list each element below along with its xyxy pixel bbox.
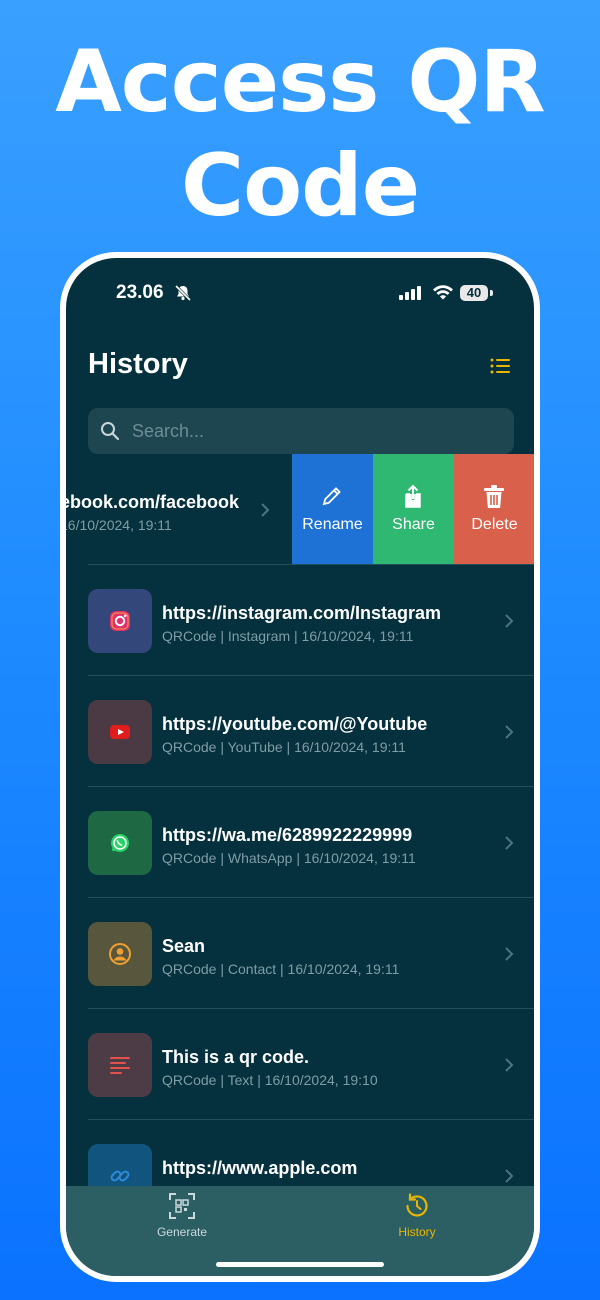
rename-label: Rename xyxy=(302,516,363,533)
history-item-subtitle: QRCode | Contact | 16/10/2024, 19:11 xyxy=(162,961,400,977)
history-item-subtitle: QRCode | WhatsApp | 16/10/2024, 19:11 xyxy=(162,850,416,866)
share-button[interactable]: Share xyxy=(373,454,454,565)
search-icon xyxy=(100,421,120,446)
delete-button[interactable]: Delete xyxy=(454,454,534,565)
history-item-title: https://youtube.com/@Youtube xyxy=(162,714,428,734)
qr-scan-icon xyxy=(168,1192,196,1225)
delete-label: Delete xyxy=(471,516,518,533)
history-item-subtitle: QRCode | YouTube | 16/10/2024, 19:11 xyxy=(162,739,406,755)
history-item[interactable]: https://youtube.com/@Youtube QRCode | You… xyxy=(66,676,534,787)
history-item-title: Sean xyxy=(162,936,206,956)
tab-history-label: History xyxy=(398,1225,436,1239)
contact-icon xyxy=(108,942,132,971)
search-placeholder: Search... xyxy=(132,421,205,441)
page-title: History xyxy=(88,348,188,380)
search-input[interactable]: Search... xyxy=(88,408,514,454)
chevron-right-icon xyxy=(504,1057,514,1078)
battery-indicator: 40 xyxy=(460,285,488,301)
history-item-subtitle: 16/10/2024, 19:11 xyxy=(66,517,172,533)
tab-generate-label: Generate xyxy=(156,1225,208,1239)
history-item-tile xyxy=(88,700,152,764)
app-screen: 23.06 40 History Search... ebook.com/fac… xyxy=(66,258,534,1276)
history-item-title: https://wa.me/6289922229999 xyxy=(162,825,413,845)
tab-generate[interactable]: Generate xyxy=(122,1186,242,1256)
home-indicator xyxy=(216,1262,384,1267)
history-item[interactable]: https://wa.me/6289922229999 QRCode | What… xyxy=(66,787,534,898)
pencil-icon xyxy=(320,484,344,513)
history-item[interactable]: https://instagram.com/Instagram QRCode | … xyxy=(66,565,534,676)
share-label: Share xyxy=(392,516,435,533)
chevron-right-icon xyxy=(504,724,514,745)
status-time: 23.06 xyxy=(116,282,164,303)
history-item-subtitle: QRCode | Instagram | 16/10/2024, 19:11 xyxy=(162,628,414,644)
youtube-icon xyxy=(108,720,132,749)
headline-line-1: Access QR xyxy=(55,32,546,132)
wifi-icon xyxy=(432,284,454,305)
chevron-right-icon xyxy=(504,613,514,634)
chevron-right-icon xyxy=(504,835,514,856)
list-menu-icon[interactable] xyxy=(490,358,510,379)
silent-bell-icon xyxy=(174,284,192,307)
history-item-tile xyxy=(88,1033,152,1097)
history-item-title: https://www.apple.com xyxy=(162,1158,358,1178)
history-item-tile xyxy=(88,922,152,986)
history-item-title: https://instagram.com/Instagram xyxy=(162,603,442,623)
history-icon xyxy=(403,1192,431,1225)
share-icon xyxy=(401,484,425,515)
cellular-signal-icon xyxy=(399,286,423,305)
instagram-icon xyxy=(108,609,132,638)
battery-tip xyxy=(490,290,493,296)
phone-frame: 23.06 40 History Search... ebook.com/fac… xyxy=(60,252,540,1282)
history-item-tile xyxy=(88,589,152,653)
history-item[interactable]: This is a qr code. QRCode | Text | 16/10/… xyxy=(66,1009,534,1120)
chevron-right-icon xyxy=(504,946,514,967)
text-icon xyxy=(108,1053,132,1082)
trash-icon xyxy=(482,484,506,515)
history-item-title: ebook.com/facebook xyxy=(66,492,240,512)
status-bar: 23.06 40 xyxy=(66,258,534,328)
history-item-tile xyxy=(88,811,152,875)
rename-button[interactable]: Rename xyxy=(292,454,373,565)
history-item[interactable]: Sean QRCode | Contact | 16/10/2024, 19:11 xyxy=(66,898,534,1009)
chevron-right-icon xyxy=(260,502,270,523)
whatsapp-icon xyxy=(108,831,132,860)
history-item-swiped[interactable]: ebook.com/facebook 16/10/2024, 19:11 Ren… xyxy=(66,454,534,565)
tab-history[interactable]: History xyxy=(357,1186,477,1256)
history-item-title: This is a qr code. xyxy=(162,1047,310,1067)
history-item-subtitle: QRCode | Text | 16/10/2024, 19:10 xyxy=(162,1072,378,1088)
